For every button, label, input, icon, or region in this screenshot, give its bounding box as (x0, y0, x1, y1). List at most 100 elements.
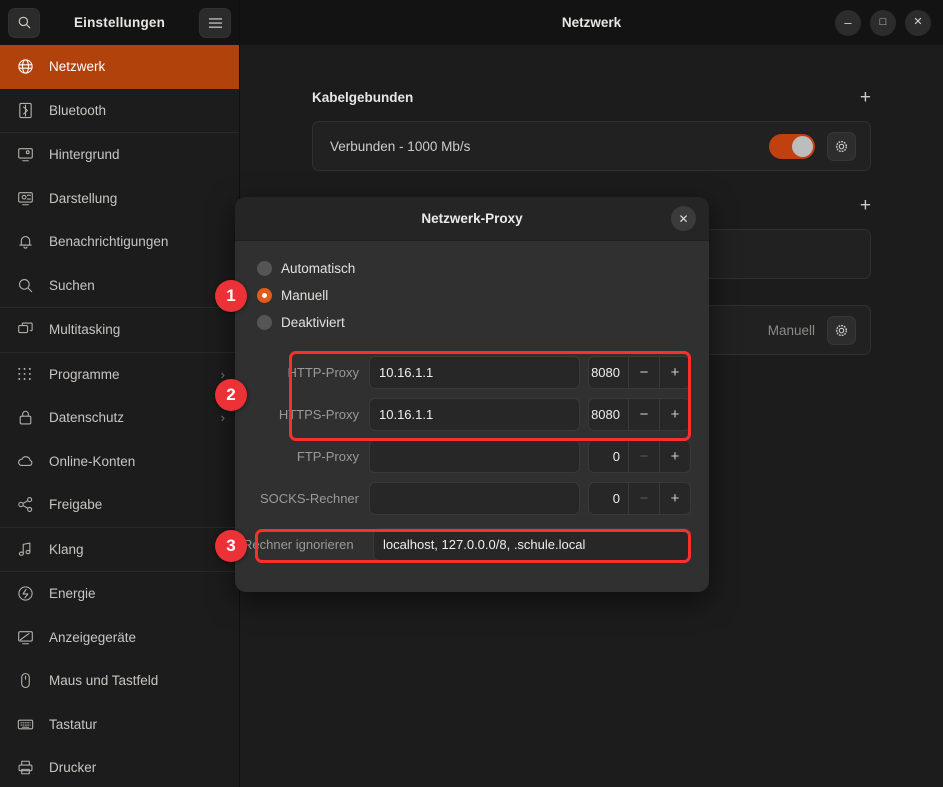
proxy-mode-label: Automatisch (281, 261, 356, 276)
http-proxy-port-spinner: 8080− + (588, 356, 691, 389)
network-proxy-value: Manuell (767, 322, 815, 338)
printer-icon (15, 758, 35, 778)
wired-controls (769, 131, 856, 161)
hamburger-menu-icon (208, 17, 222, 28)
ftp-proxy-port-increment-button[interactable]: + (659, 441, 690, 472)
sidebar-item-label: Tastatur (49, 716, 98, 732)
bell-icon (15, 232, 35, 252)
https-proxy-port-decrement-button[interactable]: − (628, 399, 659, 430)
wired-status-label: Verbunden - 1000 Mb/s (330, 138, 471, 154)
field-row-ignore-hosts: Rechner ignorieren localhost, 127.0.0.0/8… (235, 526, 691, 563)
dialog-header: Netzwerk-Proxy ✕ (235, 197, 709, 241)
proxy-mode-radio-group: Automatisch Manuell Deaktiviert (235, 255, 709, 336)
badge-number: 3 (226, 536, 236, 555)
sidebar-item-tastatur[interactable]: Tastatur (0, 703, 239, 747)
http-proxy-port-input[interactable]: 8080 (589, 365, 628, 380)
share-icon (15, 495, 35, 515)
sidebar-item-datenschutz[interactable]: Datenschutz › (0, 396, 239, 440)
annotation-badge-3: 3 (215, 530, 247, 562)
ftp-proxy-port-input[interactable]: 0 (589, 449, 628, 464)
sidebar-item-benachrichtigungen[interactable]: Benachrichtigungen (0, 220, 239, 264)
https-proxy-port-increment-button[interactable]: + (659, 399, 690, 430)
sidebar-item-label: Anzeigegeräte (49, 629, 137, 645)
sidebar-item-energie[interactable]: Energie (0, 572, 239, 616)
appearance-icon (15, 188, 35, 208)
socks-rechner-port-increment-button[interactable]: + (659, 483, 690, 514)
http-proxy-label: HTTP-Proxy (287, 365, 360, 380)
keyboard-icon (15, 714, 35, 734)
close-button[interactable]: ✕ (905, 9, 931, 36)
sidebar-item-anzeigeger-te[interactable]: Anzeigegeräte (0, 616, 239, 660)
chevron-right-icon: › (220, 410, 225, 426)
sidebar-item-maus-und-tastfeld[interactable]: Maus und Tastfeld (0, 659, 239, 703)
ftp-proxy-host-input[interactable] (369, 440, 580, 473)
radio-unselected-icon[interactable] (257, 315, 272, 330)
proxy-mode-option-deaktiviert[interactable]: Deaktiviert (235, 309, 709, 336)
sidebar-item-multitasking[interactable]: Multitasking (0, 308, 239, 352)
cloud-icon (15, 451, 35, 471)
wired-connection-row[interactable]: Verbunden - 1000 Mb/s (312, 121, 871, 171)
sidebar-item-bluetooth[interactable]: Bluetooth (0, 89, 239, 133)
sidebar-item-label: Online-Konten (49, 453, 136, 469)
main-menu-button[interactable] (199, 7, 231, 38)
minimize-button[interactable]: – (835, 9, 861, 36)
dialog-close-button[interactable]: ✕ (671, 206, 696, 231)
add-wired-connection-button[interactable]: + (860, 88, 871, 107)
gear-icon (835, 140, 848, 152)
proxy-fields-form: HTTP-Proxy 10.16.1.1 8080− + HTTPS-Proxy 10.1… (235, 354, 709, 563)
sidebar-item-klang[interactable]: Klang (0, 528, 239, 572)
sidebar-nav-list: Netzwerk Bluetooth Hintergrund Darstellung B… (0, 45, 239, 787)
proxy-mode-label: Deaktiviert (281, 315, 345, 330)
grid-apps-icon (15, 364, 35, 384)
network-proxy-settings-button[interactable] (827, 315, 856, 345)
proxy-mode-option-automatisch[interactable]: Automatisch (235, 255, 709, 282)
close-icon: ✕ (678, 211, 689, 226)
lock-icon (15, 408, 35, 428)
sidebar-item-netzwerk[interactable]: Netzwerk (0, 45, 239, 89)
socks-rechner-port-decrement-button[interactable]: − (628, 483, 659, 514)
dialog-title: Netzwerk-Proxy (421, 211, 523, 226)
http-proxy-host-input[interactable]: 10.16.1.1 (369, 356, 580, 389)
sidebar-item-freigabe[interactable]: Freigabe (0, 483, 239, 527)
sidebar-item-hintergrund[interactable]: Hintergrund (0, 133, 239, 177)
https-proxy-port-input[interactable]: 8080 (589, 407, 628, 422)
sidebar-header: Einstellungen (0, 0, 239, 45)
sidebar-item-darstellung[interactable]: Darstellung (0, 177, 239, 221)
maximize-button[interactable]: □ (870, 9, 896, 36)
proxy-mode-option-manuell[interactable]: Manuell (235, 282, 709, 309)
field-row-socks-rechner: SOCKS-Rechner 0− + (235, 480, 691, 517)
http-proxy-port-decrement-button[interactable]: − (628, 357, 659, 388)
search-icon (18, 16, 31, 29)
sidebar-item-suchen[interactable]: Suchen (0, 264, 239, 308)
socks-rechner-port-input[interactable]: 0 (589, 491, 628, 506)
minimize-icon: – (844, 15, 852, 30)
section-header-wired: Kabelgebunden + (312, 87, 871, 107)
sidebar-item-label: Freigabe (49, 497, 103, 513)
search-button[interactable] (8, 7, 40, 38)
sidebar-item-programme[interactable]: Programme › (0, 353, 239, 397)
maximize-icon: □ (879, 16, 887, 28)
sidebar-item-label: Energie (49, 586, 96, 602)
sidebar-item-label: Netzwerk (49, 59, 106, 75)
https-proxy-host-input[interactable]: 10.16.1.1 (369, 398, 580, 431)
sidebar-item-drucker[interactable]: Drucker (0, 746, 239, 787)
globe-icon (15, 57, 35, 77)
wired-settings-button[interactable] (827, 131, 856, 161)
http-proxy-port-increment-button[interactable]: + (659, 357, 690, 388)
wired-toggle[interactable] (769, 133, 815, 159)
add-vpn-button[interactable]: + (860, 196, 871, 215)
search-icon (15, 275, 35, 295)
radio-selected-icon[interactable] (257, 288, 272, 303)
ignore-hosts-input[interactable]: localhost, 127.0.0.0/8, .schule.local (373, 528, 691, 561)
sidebar-item-label: Klang (49, 541, 84, 557)
field-row-http-proxy: HTTP-Proxy 10.16.1.1 8080− + (235, 354, 691, 391)
https-proxy-label: HTTPS-Proxy (278, 407, 359, 422)
sidebar-item-online-konten[interactable]: Online-Konten (0, 440, 239, 484)
sidebar-item-label: Suchen (49, 277, 95, 293)
field-row-https-proxy: HTTPS-Proxy 10.16.1.1 8080− + (235, 396, 691, 433)
sidebar-item-label: Multitasking (49, 322, 121, 338)
annotation-badge-2: 2 (215, 379, 247, 411)
socks-rechner-host-input[interactable] (369, 482, 580, 515)
radio-unselected-icon[interactable] (257, 261, 272, 276)
ftp-proxy-port-decrement-button[interactable]: − (628, 441, 659, 472)
